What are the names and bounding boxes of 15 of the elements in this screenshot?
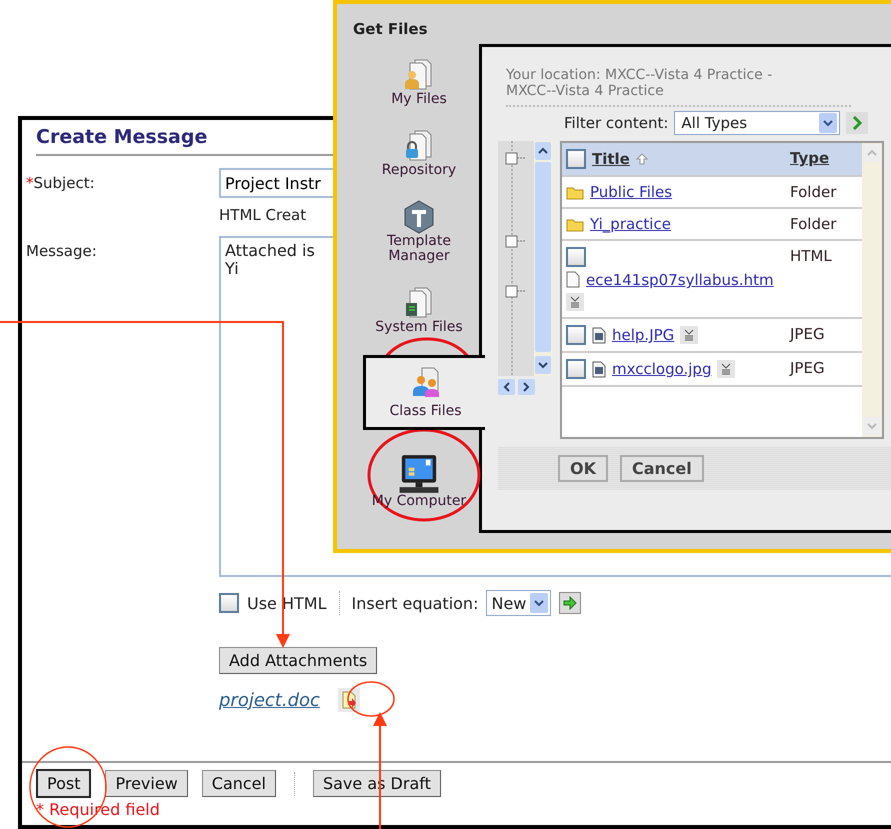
table-cell-text: HTML — [790, 247, 833, 267]
message-text: Yi — [225, 260, 239, 278]
field-label: *Subject: — [26, 173, 95, 192]
dialog-title: Get Files — [352, 19, 429, 40]
field-label: Message: — [26, 241, 97, 260]
field-label: Filter content: — [564, 114, 668, 132]
location-text: Your location: MXCC--Vista 4 Practice - MXCC--Vista 4 Practice — [506, 67, 851, 107]
table-cell-text: JPEG — [790, 359, 826, 379]
field-label: Insert equation: — [352, 594, 478, 612]
table-cell-text: Folder — [790, 183, 838, 201]
table-cell-text: JPEG — [790, 325, 826, 345]
editor-label: HTML Creat — [219, 206, 306, 224]
table-cell-text: Folder — [790, 215, 838, 233]
message-text: Attached is — [225, 242, 315, 260]
checkbox-label: Use HTML — [247, 594, 326, 612]
